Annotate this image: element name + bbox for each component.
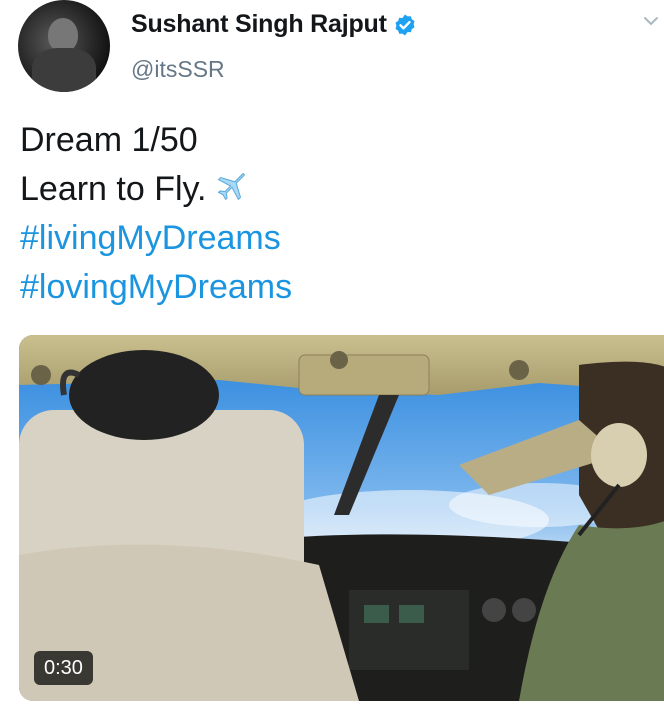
tweet-line-1: Dream 1/50 bbox=[20, 121, 198, 159]
verified-badge-icon bbox=[395, 14, 415, 35]
hashtag-loving-my-dreams[interactable]: #lovingMyDreams bbox=[20, 263, 640, 312]
tweet-body: Dream 1/50 Learn to Fly. #livingMyDreams… bbox=[20, 116, 640, 312]
display-name[interactable]: Sushant Singh Rajput bbox=[131, 10, 387, 39]
user-handle[interactable]: @itsSSR bbox=[131, 56, 225, 83]
hashtag-living-my-dreams[interactable]: #livingMyDreams bbox=[20, 214, 640, 263]
tweet-line-2-text: Learn to Fly. bbox=[20, 170, 207, 208]
airplane-icon bbox=[218, 173, 246, 201]
avatar[interactable] bbox=[18, 0, 110, 92]
name-row: Sushant Singh Rajput bbox=[131, 10, 417, 39]
video-duration-badge: 0:30 bbox=[34, 651, 93, 685]
video-thumbnail bbox=[19, 335, 664, 701]
tweet-header: Sushant Singh Rajput @itsSSR bbox=[0, 0, 664, 100]
video-player[interactable] bbox=[19, 335, 664, 701]
tweet-line-2: Learn to Fly. bbox=[20, 165, 640, 214]
chevron-down-icon[interactable] bbox=[642, 12, 660, 30]
